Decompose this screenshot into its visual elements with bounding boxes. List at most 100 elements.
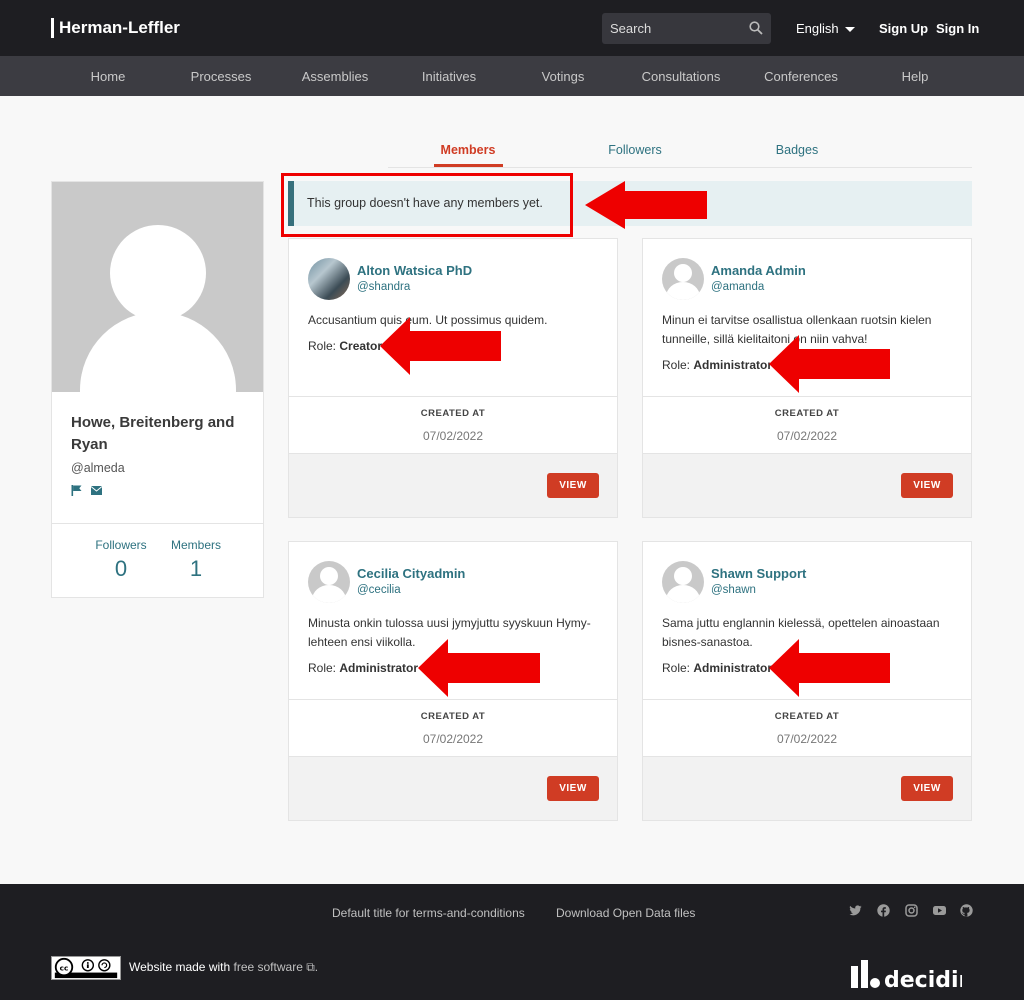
search-input[interactable] (602, 13, 742, 44)
avatar-head-shape (320, 567, 338, 585)
card-footer: VIEW (289, 453, 617, 517)
language-label: English (796, 21, 839, 36)
nav-conferences[interactable]: Conferences (764, 69, 838, 84)
followers-count: 0 (114, 556, 128, 581)
nav-processes[interactable]: Processes (191, 69, 252, 84)
divider (289, 396, 617, 397)
created-at-date: 07/02/2022 (776, 429, 838, 443)
mail-icon[interactable] (91, 486, 102, 495)
member-nickname[interactable]: @amanda (711, 281, 764, 293)
card-footer: VIEW (289, 756, 617, 820)
role-label: Role: (662, 661, 691, 675)
chevron-down-icon (844, 27, 855, 33)
open-data-link[interactable]: Download Open Data files (556, 906, 695, 920)
member-avatar[interactable] (662, 561, 704, 603)
instagram-icon[interactable] (905, 904, 918, 917)
profile-tabs: Members Followers Badges (388, 130, 972, 168)
member-name[interactable]: Amanda Admin (711, 263, 806, 278)
tab-members[interactable]: Members (441, 143, 496, 157)
nav-assemblies[interactable]: Assemblies (302, 69, 368, 84)
footer: Default title for terms-and-conditions D… (0, 884, 1024, 1000)
avatar-head-shape (674, 264, 692, 282)
decidim-wordmark: decidim (884, 968, 962, 990)
member-avatar[interactable] (662, 258, 704, 300)
created-at-label: CREATED AT (774, 408, 840, 419)
nav-home[interactable]: Home (91, 69, 126, 84)
member-name[interactable]: Cecilia Cityadmin (357, 566, 465, 581)
external-link-icon: ⧉. (306, 960, 319, 974)
annotation-arrow (769, 639, 890, 697)
member-role: Role: Creator (308, 339, 382, 353)
decidim-logo[interactable]: decidim (850, 956, 962, 990)
created-at-label: CREATED AT (420, 711, 486, 722)
divider (289, 699, 617, 700)
language-selector[interactable]: English (796, 21, 855, 36)
terms-link[interactable]: Default title for terms-and-conditions (332, 906, 525, 920)
tab-followers[interactable]: Followers (608, 143, 662, 157)
annotation-highlight-box (281, 173, 573, 237)
facebook-icon[interactable] (877, 904, 890, 917)
view-button[interactable]: VIEW (901, 776, 953, 801)
annotation-arrow (380, 317, 501, 375)
avatar-body-shape (666, 282, 700, 300)
member-nickname[interactable]: @cecilia (357, 584, 401, 596)
avatar-body-shape (80, 312, 236, 392)
divider (52, 523, 263, 524)
nav-votings[interactable]: Votings (542, 69, 585, 84)
annotation-arrow (769, 335, 890, 393)
view-button[interactable]: VIEW (547, 776, 599, 801)
member-nickname[interactable]: @shawn (711, 584, 756, 596)
annotation-arrow (418, 639, 540, 697)
avatar-head-shape (674, 567, 692, 585)
avatar-body-shape (666, 585, 700, 603)
divider (643, 396, 971, 397)
created-at-date: 07/02/2022 (776, 732, 838, 746)
followers-label: Followers (95, 538, 147, 552)
sign-in-link[interactable]: Sign In (936, 21, 979, 36)
member-name[interactable]: Shawn Support (711, 566, 806, 581)
role-value: Creator (339, 339, 383, 353)
member-role: Role: Administrator (662, 358, 772, 372)
members-count: 1 (189, 556, 203, 581)
group-profile-card: Howe, Breitenberg and Ryan @almeda Follo… (51, 181, 264, 598)
sign-up-link[interactable]: Sign Up (879, 21, 928, 36)
member-avatar[interactable] (308, 561, 350, 603)
search-icon[interactable] (749, 21, 763, 35)
made-with-text: Website made with free software ⧉. (129, 960, 318, 975)
member-card: Alton Watsica PhD @shandra Accusantium q… (288, 238, 618, 518)
creative-commons-license-icon[interactable]: cc (51, 956, 121, 980)
nav-consultations[interactable]: Consultations (642, 69, 721, 84)
github-icon[interactable] (960, 904, 973, 917)
member-avatar[interactable] (308, 258, 350, 300)
avatar-body-shape (312, 585, 346, 603)
nav-help[interactable]: Help (902, 69, 929, 84)
org-logo[interactable]: Herman-Leffler (51, 18, 180, 38)
members-label: Members (170, 538, 221, 552)
active-tab-indicator (434, 164, 503, 167)
role-value: Administrator (693, 358, 773, 372)
annotation-arrow (585, 181, 707, 229)
top-bar: Herman-Leffler English Sign Up Sign In (0, 0, 1024, 56)
group-name: Howe, Breitenberg and Ryan (71, 414, 235, 453)
youtube-icon[interactable] (933, 904, 946, 917)
made-with-label: Website made with (129, 960, 231, 974)
flag-icon[interactable] (71, 485, 82, 496)
members-stat[interactable]: Members 1 (156, 538, 236, 582)
search-box[interactable] (602, 13, 771, 44)
group-nickname: @almeda (71, 461, 125, 475)
member-name[interactable]: Alton Watsica PhD (357, 263, 472, 278)
nav-initiatives[interactable]: Initiatives (422, 69, 476, 84)
role-label: Role: (662, 358, 691, 372)
main-nav: Home Processes Assemblies Initiatives Vo… (0, 56, 1024, 96)
followers-stat[interactable]: Followers 0 (81, 538, 161, 582)
member-nickname[interactable]: @shandra (357, 281, 410, 293)
twitter-icon[interactable] (849, 904, 862, 917)
free-software-link[interactable]: free software (234, 960, 303, 974)
created-at-date: 07/02/2022 (422, 732, 484, 746)
tab-badges[interactable]: Badges (776, 143, 818, 157)
member-role: Role: Administrator (308, 661, 418, 675)
view-button[interactable]: VIEW (547, 473, 599, 498)
role-value: Administrator (693, 661, 773, 675)
view-button[interactable]: VIEW (901, 473, 953, 498)
group-avatar (52, 182, 263, 392)
